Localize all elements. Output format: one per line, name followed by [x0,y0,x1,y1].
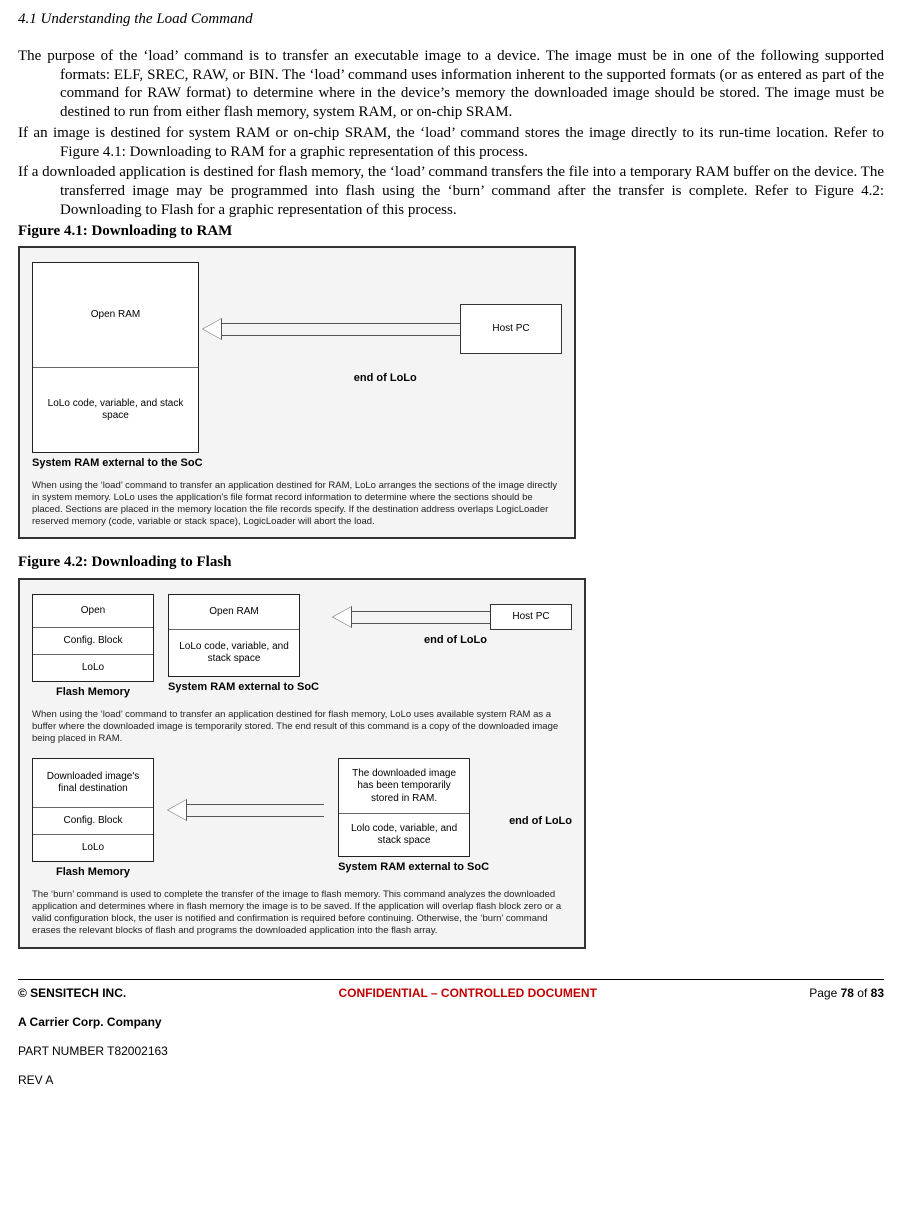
footer-rule [18,979,884,980]
footer-page-prefix: Page [809,986,840,1000]
footer-row: © SENSITECH INC. CONFIDENTIAL – CONTROLL… [18,986,884,1001]
fig1-end-of-lolo-label: end of LoLo [354,372,417,386]
footer-page-total: 83 [871,986,884,1000]
fig2-s1-ram-label: System RAM external to SoC [168,681,319,694]
fig2-s1-flash-cfg: Config. Block [33,628,153,655]
figure-4-1-caption: Figure 4.1: Downloading to RAM [18,222,884,241]
fig2-s1-ram-stack: Open RAM LoLo code, variable, and stack … [168,594,300,677]
fig2-s1-arrow [333,617,490,618]
fig2-s1-end-label: end of LoLo [424,634,487,648]
fig1-ram-stack: Open RAM LoLo code, variable, and stack … [32,262,199,453]
footer-center: CONFIDENTIAL – CONTROLLED DOCUMENT [338,986,596,1001]
fig1-ram-open-cell: Open RAM [33,263,198,368]
fig2-s2-end-label: end of LoLo [509,815,572,829]
fig2-s2-ram-lolo: Lolo code, variable, and stack space [339,814,469,856]
paragraph-2: If an image is destined for system RAM o… [18,124,884,162]
figure-4-2-caption: Figure 4.2: Downloading to Flash [18,553,884,572]
footer-left: © SENSITECH INC. [18,986,126,1001]
fig2-s2-arrow [168,810,324,811]
fig1-host-pc: Host PC [460,304,562,354]
fig2-s2-description: The ‘burn’ command is used to complete t… [32,889,572,937]
footer-part: PART NUMBER T82002163 [18,1044,884,1059]
fig2-s2-ram-label: System RAM external to SoC [338,861,489,874]
fig2-s1-ram-lolo: LoLo code, variable, and stack space [169,630,299,676]
figure-4-2: Open Config. Block LoLo Flash Memory Ope… [18,578,586,948]
fig2-s2-flash-lolo: LoLo [33,835,153,861]
fig2-s2-flash-dest: Downloaded image's final destination [33,759,153,808]
fig1-ram-label: System RAM external to the SoC [32,457,203,470]
fig2-s1-flash-lolo: LoLo [33,655,153,681]
footer-rev: REV A [18,1073,884,1088]
fig2-s2-flash-stack: Downloaded image's final destination Con… [32,758,154,862]
fig2-s1-description: When using the ‘load’ command to transfe… [32,709,572,745]
fig2-s2-flash-cfg: Config. Block [33,808,153,835]
fig2-s1-host-pc: Host PC [490,604,572,630]
fig2-s1-flash-open: Open [33,595,153,628]
footer-page-mid: of [854,986,871,1000]
fig2-s1-flash-label: Flash Memory [32,686,154,699]
fig1-ram-lolo-cell: LoLo code, variable, and stack space [33,368,198,452]
footer-company: A Carrier Corp. Company [18,1015,884,1030]
footer-right: Page 78 of 83 [809,986,884,1001]
fig2-s2-ram-stack: The downloaded image has been temporaril… [338,758,470,857]
fig1-description: When using the ‘load’ command to transfe… [32,480,562,528]
figure-4-1: Open RAM LoLo code, variable, and stack … [18,246,576,539]
paragraph-3: If a downloaded application is destined … [18,163,884,219]
paragraph-1: The purpose of the ‘load’ command is to … [18,47,884,122]
fig2-s1-flash-stack: Open Config. Block LoLo [32,594,154,682]
section-title: 4.1 Understanding the Load Command [18,10,884,29]
footer-page-current: 78 [841,986,854,1000]
fig2-s2-flash-label: Flash Memory [32,866,154,879]
fig2-s1-ram-open: Open RAM [169,595,299,630]
fig1-arrow [203,329,460,330]
fig2-s2-ram-stored: The downloaded image has been temporaril… [339,759,469,814]
